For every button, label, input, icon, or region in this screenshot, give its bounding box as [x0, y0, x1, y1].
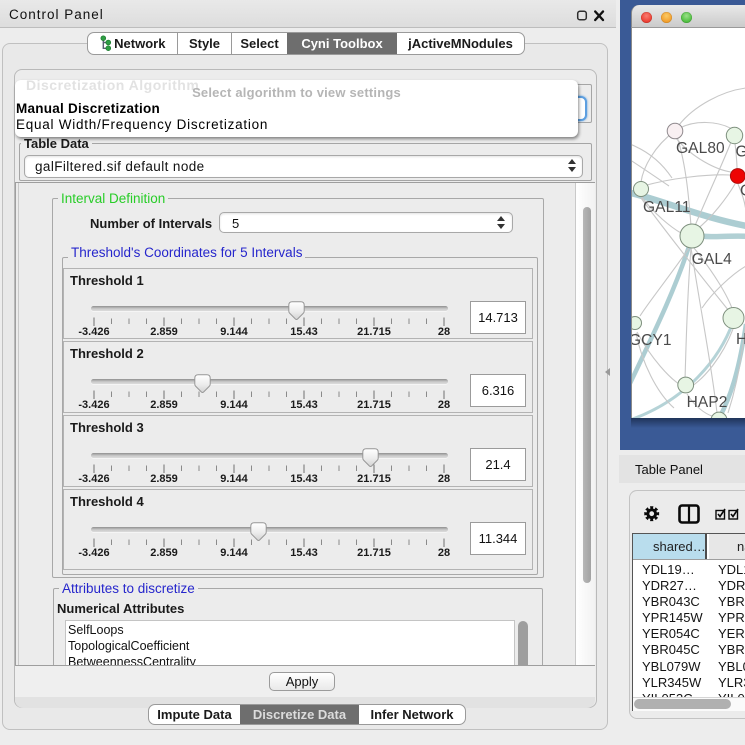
svg-text:GAL11: GAL11	[643, 199, 691, 216]
svg-text:GA: GA	[736, 144, 745, 161]
svg-text:GCY1: GCY1	[632, 332, 672, 349]
svg-text:C: C	[740, 183, 745, 200]
svg-text:GAL80: GAL80	[676, 140, 725, 157]
svg-text:GAL4: GAL4	[692, 251, 732, 268]
svg-text:HI: HI	[736, 331, 745, 348]
svg-text:HAP2: HAP2	[687, 394, 728, 411]
